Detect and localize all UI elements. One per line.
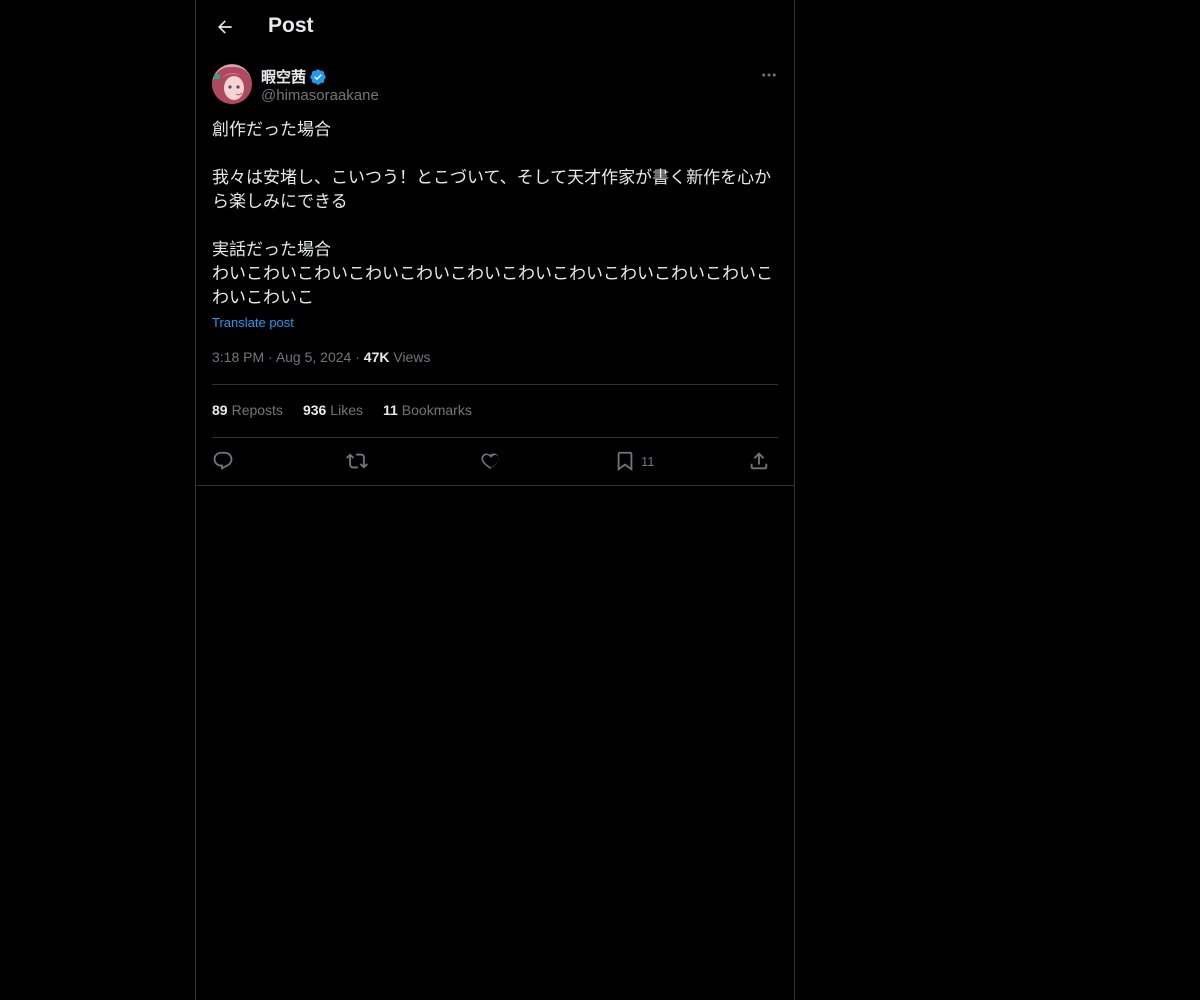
- verified-badge-icon: [310, 68, 326, 85]
- post-text-line: 我々は安堵し、こいつう！とこづいて、そして天才作家が書く新作を心から楽しみにでき…: [212, 168, 772, 212]
- post-text-line: 実話だった場合: [212, 240, 331, 260]
- post-text-line: わいこわいこわいこわいこわいこわいこわいこわいこわいこわいこわいこわいこわいこ: [212, 264, 773, 308]
- more-options-button[interactable]: [756, 64, 782, 86]
- like-button[interactable]: [480, 448, 502, 474]
- post-meta: 3:18 PM · Aug 5, 2024 · 47K Views: [212, 349, 430, 365]
- bookmarks-count: 11: [382, 402, 398, 418]
- reply-icon: [213, 451, 233, 470]
- bookmarks-stat[interactable]: 11 Bookmarks: [383, 402, 472, 418]
- reposts-stat[interactable]: 89 Reposts: [212, 402, 283, 418]
- post-text-blank-line: [212, 214, 778, 238]
- avatar[interactable]: [212, 64, 252, 104]
- divider: [212, 384, 778, 385]
- author-display-name[interactable]: 暇空茜: [261, 66, 306, 87]
- bookmark-count: 11: [641, 453, 655, 469]
- top-bar: Post: [196, 0, 794, 54]
- engagement-stats: 89 Reposts 936 Likes 11 Bookmarks: [212, 402, 472, 418]
- back-arrow-icon: [218, 20, 232, 34]
- share-button[interactable]: [748, 448, 770, 474]
- more-icon: [762, 73, 776, 77]
- views-count: 47K: [363, 349, 390, 365]
- share-icon: [750, 452, 768, 470]
- bookmark-button[interactable]: 11: [614, 448, 655, 474]
- likes-count: 936: [302, 402, 327, 418]
- likes-stat[interactable]: 936 Likes: [303, 402, 363, 418]
- avatar-image: [212, 64, 252, 104]
- likes-label: Likes: [330, 402, 363, 418]
- reposts-count: 89: [212, 402, 228, 418]
- post-date[interactable]: Aug 5, 2024: [276, 349, 352, 365]
- author-name-row[interactable]: 暇空茜: [261, 66, 327, 87]
- translate-post-link[interactable]: Translate post: [212, 315, 294, 330]
- repost-button[interactable]: [346, 448, 368, 474]
- views-label: Views: [393, 349, 431, 365]
- post-time[interactable]: 3:18 PM: [212, 349, 264, 365]
- like-icon: [481, 453, 499, 470]
- action-bar: 11: [212, 448, 778, 474]
- meta-separator: ·: [355, 349, 364, 365]
- back-button[interactable]: [208, 10, 242, 44]
- divider: [212, 437, 778, 438]
- divider: [196, 485, 794, 486]
- reposts-label: Reposts: [231, 402, 283, 418]
- post-text-blank-line: [212, 142, 778, 166]
- post-text-line: 創作だった場合: [212, 120, 331, 140]
- meta-separator: ·: [268, 349, 276, 365]
- bookmark-icon: [617, 451, 633, 472]
- bookmarks-label: Bookmarks: [401, 402, 472, 418]
- post-text: 創作だった場合 我々は安堵し、こいつう！とこづいて、そして天才作家が書く新作を心…: [212, 118, 778, 310]
- repost-icon: [346, 453, 368, 469]
- post-column: Post 暇空茜 @himasoraakane 創作だった場合 我々は安堵し、こ…: [195, 0, 795, 1000]
- author-handle[interactable]: @himasoraakane: [261, 87, 379, 104]
- reply-button[interactable]: [212, 448, 234, 474]
- page-title: Post: [268, 14, 314, 37]
